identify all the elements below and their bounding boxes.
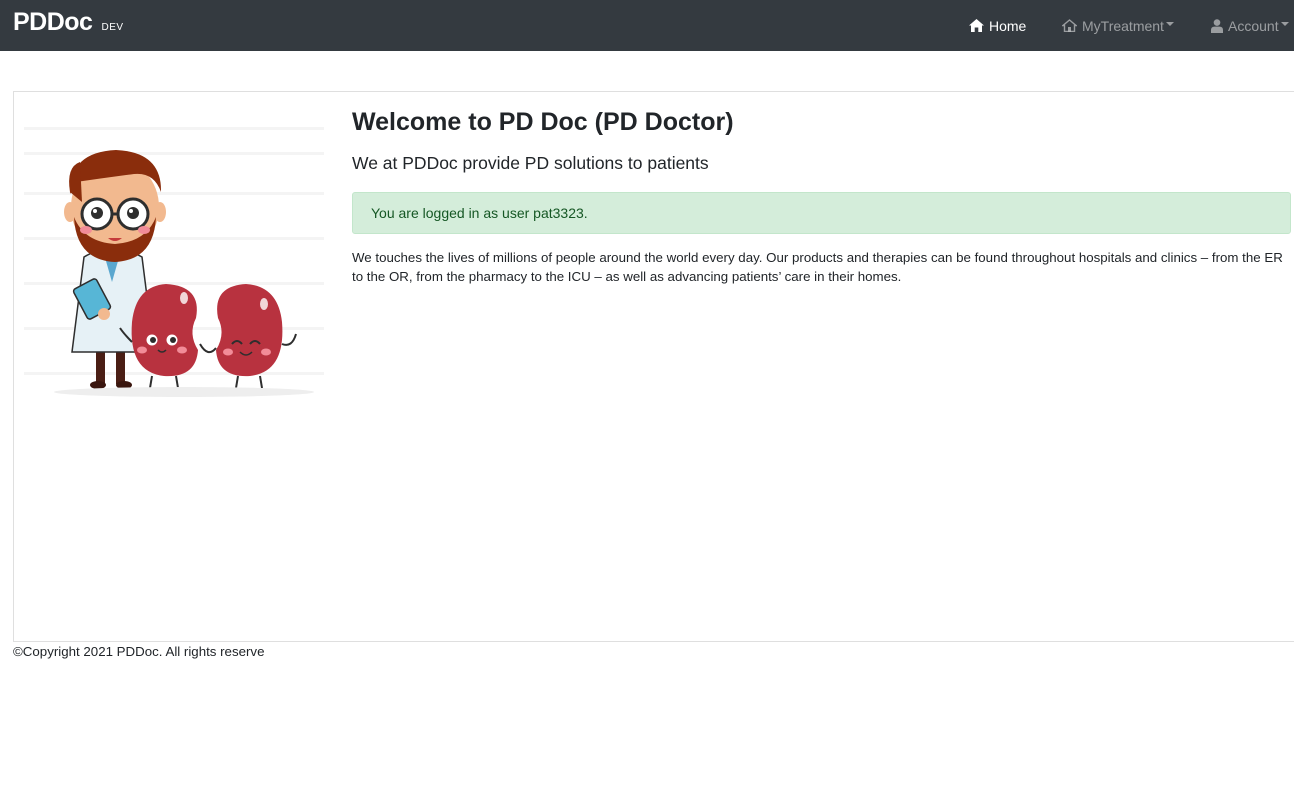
env-badge: DEV bbox=[101, 22, 124, 33]
login-status-alert: You are logged in as user pat3323. bbox=[352, 192, 1291, 234]
nav-mytreatment-label: MyTreatment bbox=[1082, 17, 1164, 34]
house-outline-icon bbox=[1062, 19, 1077, 32]
chevron-down-icon bbox=[1165, 22, 1174, 26]
welcome-card: Welcome to PD Doc (PD Doctor) We at PDDo… bbox=[13, 91, 1294, 642]
top-navbar: PDDoc DEV Home MyTreatment Account bbox=[0, 0, 1294, 51]
nav-account-label: Account bbox=[1228, 17, 1279, 34]
brand-link[interactable]: PDDoc DEV bbox=[13, 8, 124, 37]
chevron-down-icon bbox=[1280, 22, 1289, 26]
brand-name: PDDoc bbox=[13, 8, 93, 36]
nav-home[interactable]: Home bbox=[969, 0, 1026, 51]
page-subtitle: We at PDDoc provide PD solutions to pati… bbox=[352, 153, 709, 173]
footer-copyright: ©Copyright 2021 PDDoc. All rights reserv… bbox=[13, 644, 265, 659]
user-icon bbox=[1211, 18, 1223, 33]
home-icon bbox=[969, 19, 984, 32]
nav-mytreatment-dropdown[interactable]: MyTreatment bbox=[1062, 0, 1174, 51]
page-title: Welcome to PD Doc (PD Doctor) bbox=[352, 108, 734, 136]
nav-home-label: Home bbox=[989, 17, 1027, 34]
intro-paragraph: We touches the lives of millions of peop… bbox=[352, 250, 1283, 284]
doctor-kidneys-illustration bbox=[24, 127, 324, 397]
nav-account-dropdown[interactable]: Account bbox=[1211, 0, 1289, 51]
